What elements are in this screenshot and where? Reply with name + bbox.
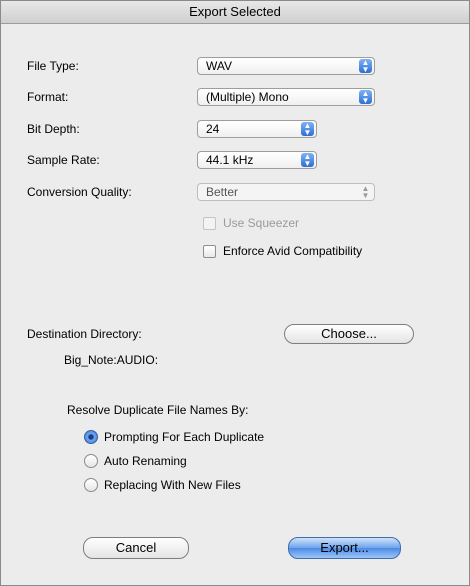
radio-auto-renaming[interactable]	[84, 454, 98, 468]
dialog-title: Export Selected	[1, 1, 469, 24]
format-value: (Multiple) Mono	[206, 90, 289, 104]
use-squeezer-label: Use Squeezer	[223, 216, 300, 230]
sample-rate-label: Sample Rate:	[27, 153, 100, 167]
destination-path: Big_Note:AUDIO:	[64, 353, 159, 367]
bit-depth-label: Bit Depth:	[27, 122, 80, 136]
enforce-avid-label: Enforce Avid Compatibility	[223, 244, 363, 258]
file-type-popup[interactable]: WAV ▲ ▼	[197, 57, 375, 75]
choose-button[interactable]: Choose...	[284, 324, 414, 344]
export-selected-dialog: Export Selected File Type: WAV ▲ ▼ Format…	[0, 0, 470, 586]
file-type-label: File Type:	[27, 59, 79, 73]
bit-depth-value: 24	[206, 122, 220, 136]
file-type-value: WAV	[206, 59, 232, 73]
conversion-quality-label: Conversion Quality:	[27, 185, 132, 199]
radio-prompting[interactable]	[84, 430, 98, 444]
sample-rate-value: 44.1 kHz	[206, 153, 254, 167]
radio-replacing-label: Replacing With New Files	[104, 478, 241, 492]
format-popup[interactable]: (Multiple) Mono ▲ ▼	[197, 88, 375, 106]
radio-auto-renaming-label: Auto Renaming	[104, 454, 187, 468]
updown-arrows-icon: ▲ ▼	[361, 184, 370, 200]
radio-prompting-label: Prompting For Each Duplicate	[104, 430, 265, 444]
resolve-duplicates-heading: Resolve Duplicate File Names By:	[67, 403, 249, 417]
enforce-avid-checkbox[interactable]	[203, 245, 216, 258]
radio-replacing[interactable]	[84, 478, 98, 492]
destination-directory-label: Destination Directory:	[27, 327, 142, 341]
conversion-quality-value: Better	[206, 185, 239, 199]
conversion-quality-popup[interactable]: Better ▲ ▼	[197, 183, 375, 201]
updown-arrows-icon: ▲ ▼	[359, 90, 372, 105]
updown-arrows-icon: ▲ ▼	[301, 122, 314, 137]
export-button[interactable]: Export...	[288, 537, 401, 559]
sample-rate-popup[interactable]: 44.1 kHz ▲ ▼	[197, 151, 317, 169]
use-squeezer-checkbox[interactable]	[203, 217, 216, 230]
updown-arrows-icon: ▲ ▼	[359, 59, 372, 74]
bit-depth-popup[interactable]: 24 ▲ ▼	[197, 120, 317, 138]
format-label: Format:	[27, 90, 69, 104]
updown-arrows-icon: ▲ ▼	[301, 153, 314, 168]
cancel-button[interactable]: Cancel	[83, 537, 189, 559]
